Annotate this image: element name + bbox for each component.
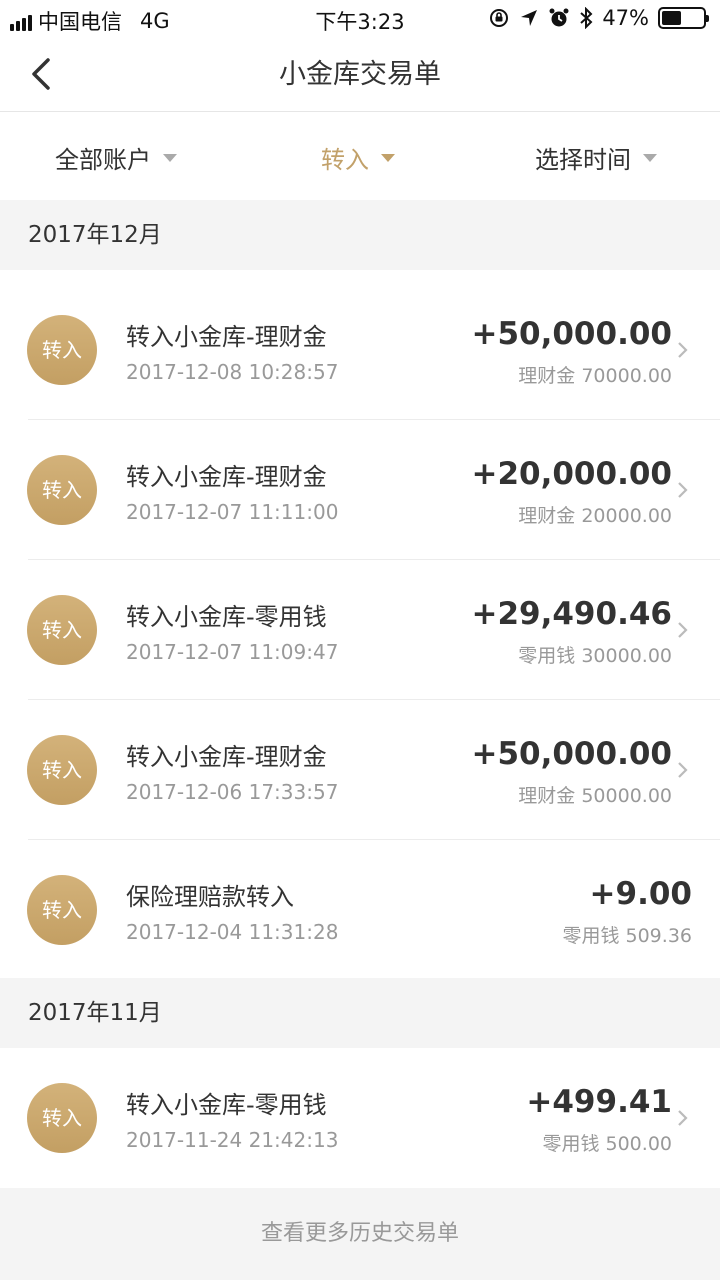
transaction-title: 保险理赔款转入 <box>126 883 294 911</box>
filter-bar: 全部账户 转入 选择时间 <box>0 112 720 200</box>
transaction-title: 转入小金库-理财金 <box>126 463 327 491</box>
view-more-history-button[interactable]: 查看更多历史交易单 <box>0 1188 720 1280</box>
filter-account-label: 全部账户 <box>55 146 151 174</box>
chevron-right-icon <box>678 342 688 358</box>
transaction-amount: +499.41 <box>526 1084 672 1120</box>
transaction-balance: 零用钱 30000.00 <box>518 645 672 667</box>
battery-icon <box>658 7 709 29</box>
transfer-in-badge: 转入 <box>27 315 97 385</box>
transaction-row[interactable]: 转入 转入小金库-零用钱 2017-11-24 21:42:13 +499.41… <box>0 1048 720 1188</box>
transfer-in-badge: 转入 <box>27 875 97 945</box>
filter-type[interactable]: 转入 <box>321 140 395 175</box>
chevron-right-icon <box>678 762 688 778</box>
filter-time-label: 选择时间 <box>535 146 631 174</box>
transaction-datetime: 2017-12-08 10:28:57 <box>126 360 339 384</box>
nav-bar: 小金库交易单 <box>0 36 720 112</box>
page-title: 小金库交易单 <box>279 59 441 90</box>
transaction-amount: +9.00 <box>589 876 692 912</box>
transaction-datetime: 2017-12-06 17:33:57 <box>126 780 339 804</box>
filter-account[interactable]: 全部账户 <box>55 140 177 175</box>
caret-down-icon <box>163 153 177 162</box>
alarm-icon <box>549 8 569 27</box>
transaction-amount: +50,000.00 <box>471 736 672 772</box>
filter-time[interactable]: 选择时间 <box>535 140 657 175</box>
transaction-row[interactable]: 转入 转入小金库-理财金 2017-12-06 17:33:57 +50,000… <box>0 700 720 840</box>
chevron-right-icon <box>678 1110 688 1126</box>
caret-down-icon <box>643 153 657 162</box>
location-icon <box>521 10 538 26</box>
transaction-amount: +50,000.00 <box>471 316 672 352</box>
status-bar: 中国电信 4G 下午3:23 47% <box>0 0 720 36</box>
transaction-row[interactable]: 转入 转入小金库-零用钱 2017-12-07 11:09:47 +29,490… <box>0 560 720 700</box>
transaction-balance: 零用钱 500.00 <box>542 1133 672 1155</box>
transaction-datetime: 2017-12-07 11:11:00 <box>126 500 339 524</box>
transaction-balance: 零用钱 509.36 <box>562 925 692 947</box>
transfer-in-badge: 转入 <box>27 455 97 525</box>
transfer-in-badge: 转入 <box>27 1083 97 1153</box>
caret-down-icon <box>381 153 395 162</box>
transaction-title: 转入小金库-理财金 <box>126 743 327 771</box>
transaction-balance: 理财金 20000.00 <box>518 505 672 527</box>
transaction-balance: 理财金 70000.00 <box>518 365 672 387</box>
filter-type-label: 转入 <box>321 146 369 174</box>
month-header: 2017年12月 <box>0 200 720 270</box>
chevron-right-icon <box>678 622 688 638</box>
transaction-balance: 理财金 50000.00 <box>518 785 672 807</box>
transaction-datetime: 2017-11-24 21:42:13 <box>126 1128 339 1152</box>
transaction-row[interactable]: 转入 转入小金库-理财金 2017-12-07 11:11:00 +20,000… <box>0 420 720 560</box>
transaction-row[interactable]: 转入 保险理赔款转入 2017-12-04 11:31:28 +9.00 零用钱… <box>0 840 720 980</box>
transaction-datetime: 2017-12-04 11:31:28 <box>126 920 339 944</box>
chevron-right-icon <box>678 482 688 498</box>
transfer-in-badge: 转入 <box>27 735 97 805</box>
transaction-amount: +29,490.46 <box>471 596 672 632</box>
rotation-lock-icon <box>490 9 509 27</box>
transfer-in-badge: 转入 <box>27 595 97 665</box>
battery-percent: 47% <box>602 6 649 30</box>
transaction-title: 转入小金库-零用钱 <box>126 603 327 631</box>
month-header: 2017年11月 <box>0 978 720 1048</box>
transaction-title: 转入小金库-零用钱 <box>126 1091 327 1119</box>
transaction-amount: +20,000.00 <box>471 456 672 492</box>
transaction-row[interactable]: 转入 转入小金库-理财金 2017-12-08 10:28:57 +50,000… <box>0 280 720 420</box>
transaction-datetime: 2017-12-07 11:09:47 <box>126 640 339 664</box>
transaction-title: 转入小金库-理财金 <box>126 323 327 351</box>
bluetooth-icon <box>580 7 593 29</box>
